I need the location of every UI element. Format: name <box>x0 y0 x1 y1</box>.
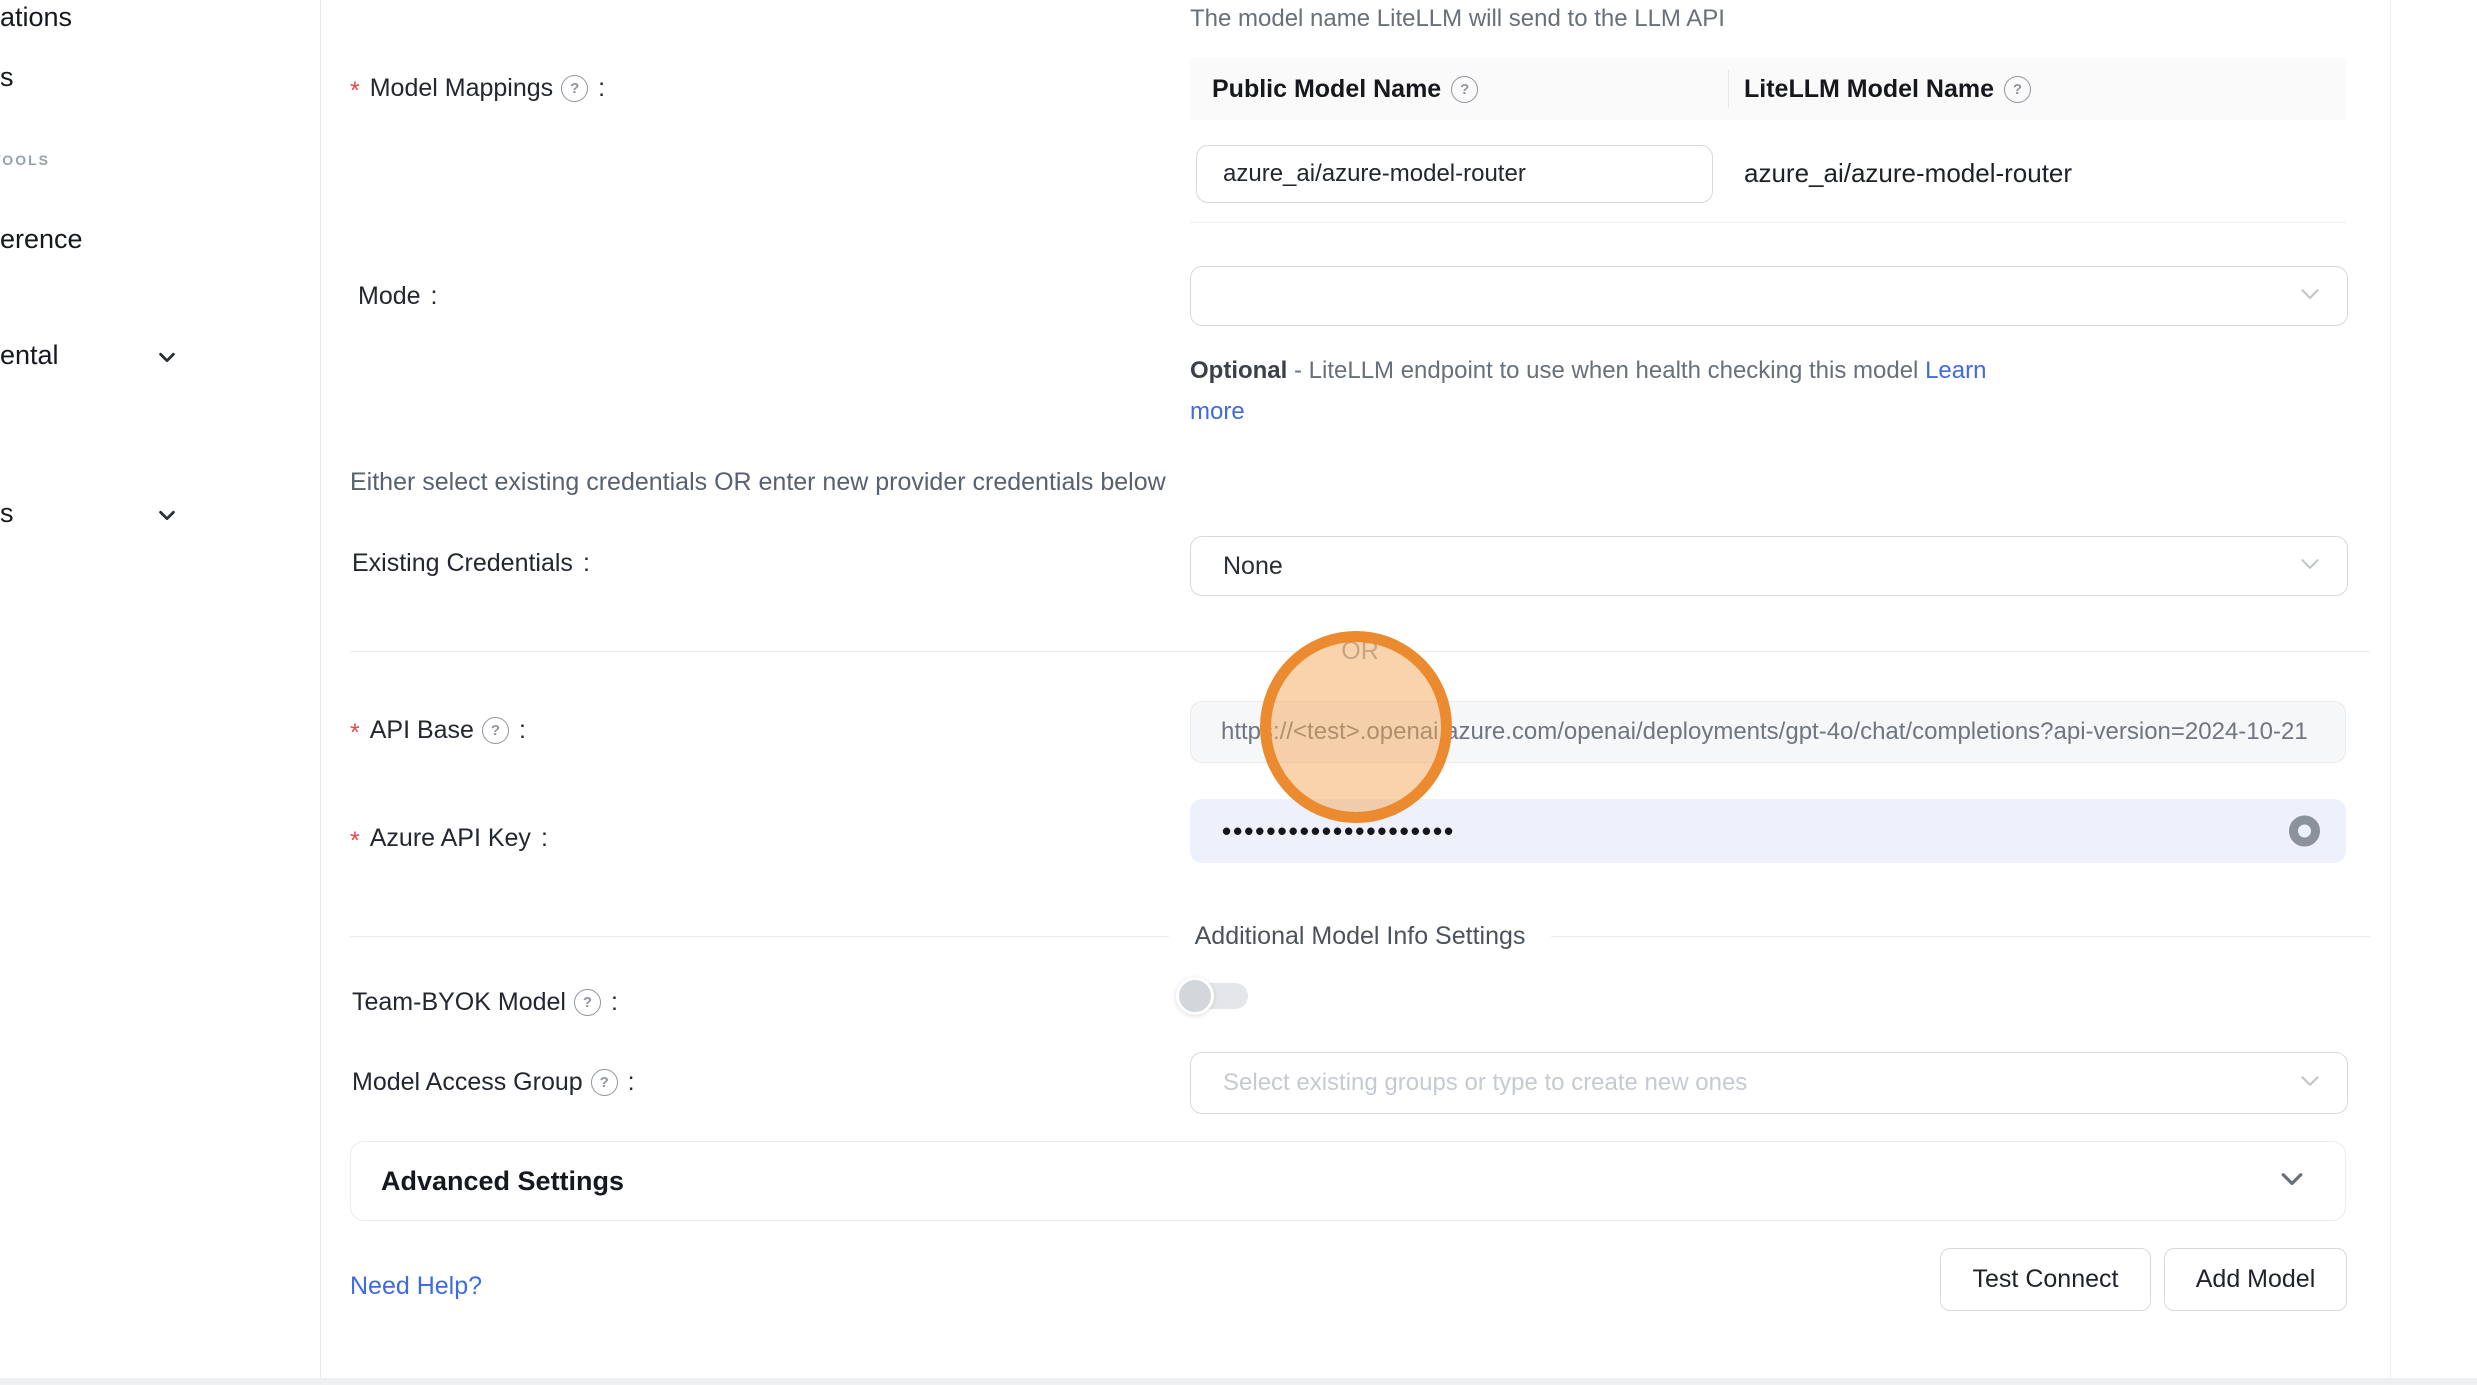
mode-helper-text: Optional - LiteLLM endpoint to use when … <box>1190 350 2030 432</box>
card-right-border <box>2390 0 2391 1385</box>
required-asterisk: * <box>350 719 360 748</box>
sidebar-item-organizations[interactable]: ations <box>0 2 72 33</box>
required-asterisk: * <box>350 827 360 856</box>
model-mappings-table-header: Public Model Name ? LiteLLM Model Name ? <box>1190 58 2346 120</box>
table-bottom-border <box>1190 222 2346 223</box>
model-mappings-label: * Model Mappings ? : <box>350 74 605 103</box>
model-access-group-label: Model Access Group ? : <box>352 1068 635 1097</box>
additional-info-title: Additional Model Info Settings <box>1195 922 1526 951</box>
credentials-note: Either select existing credentials OR en… <box>350 468 1166 497</box>
advanced-settings-panel[interactable]: Advanced Settings <box>350 1141 2346 1221</box>
test-connect-button[interactable]: Test Connect <box>1940 1248 2151 1311</box>
existing-credentials-select[interactable]: None <box>1190 536 2348 596</box>
advanced-settings-title: Advanced Settings <box>381 1166 624 1197</box>
add-model-page: ations s TOOLS erence ental s The model … <box>0 0 2477 1385</box>
toggle-knob <box>1176 977 1214 1015</box>
table-column-divider <box>1728 70 1729 108</box>
public-model-name-header: Public Model Name ? <box>1212 75 1712 104</box>
team-byok-toggle[interactable] <box>1180 983 1248 1009</box>
model-access-group-select[interactable]: Select existing groups or type to create… <box>1190 1052 2348 1114</box>
mode-select[interactable] <box>1190 266 2348 326</box>
chevron-down-icon <box>2297 281 2323 312</box>
existing-credentials-value: None <box>1191 552 1283 581</box>
model-name-helper-text: The model name LiteLLM will send to the … <box>1190 5 1725 33</box>
azure-api-key-label: * Azure API Key : <box>350 824 548 853</box>
add-model-button[interactable]: Add Model <box>2164 1248 2347 1311</box>
help-question-icon[interactable]: ? <box>2004 76 2031 103</box>
sidebar-item-models[interactable]: s <box>0 62 14 93</box>
additional-info-divider: Additional Model Info Settings <box>350 922 2370 951</box>
masked-api-key: ••••••••••••••••••••• <box>1190 818 1455 844</box>
litellm-model-name-value: azure_ai/azure-model-router <box>1744 158 2072 189</box>
sidebar: ations s TOOLS erence ental s <box>0 0 321 1385</box>
existing-credentials-label: Existing Credentials : <box>352 549 590 578</box>
sidebar-item-settings[interactable]: s <box>0 498 14 529</box>
sidebar-item-inference[interactable]: erence <box>0 224 83 255</box>
chevron-down-icon <box>2277 1164 2307 1199</box>
chevron-down-icon <box>2297 551 2323 582</box>
click-highlight-ring <box>1260 631 1452 823</box>
help-question-icon[interactable]: ? <box>574 989 601 1016</box>
help-question-icon[interactable]: ? <box>591 1069 618 1096</box>
chevron-down-icon <box>156 346 178 373</box>
model-access-group-placeholder: Select existing groups or type to create… <box>1191 1069 1747 1097</box>
sidebar-item-experimental[interactable]: ental <box>0 340 59 371</box>
help-question-icon[interactable]: ? <box>561 75 588 102</box>
api-base-label: * API Base ? : <box>350 716 526 745</box>
required-asterisk: * <box>350 77 360 106</box>
public-model-name-input[interactable] <box>1196 145 1713 203</box>
bottom-edge <box>0 1378 2477 1385</box>
litellm-model-name-header: LiteLLM Model Name ? <box>1744 75 2031 104</box>
eye-toggle-icon[interactable] <box>2289 816 2320 847</box>
sidebar-section-tools: TOOLS <box>0 152 50 168</box>
help-question-icon[interactable]: ? <box>1451 76 1478 103</box>
chevron-down-icon <box>2297 1068 2323 1099</box>
optional-bold: Optional <box>1190 357 1287 384</box>
help-question-icon[interactable]: ? <box>482 717 509 744</box>
need-help-link[interactable]: Need Help? <box>350 1272 482 1301</box>
mode-label: Mode : <box>358 282 438 311</box>
team-byok-label: Team-BYOK Model ? : <box>352 988 618 1017</box>
chevron-down-icon <box>156 504 178 531</box>
